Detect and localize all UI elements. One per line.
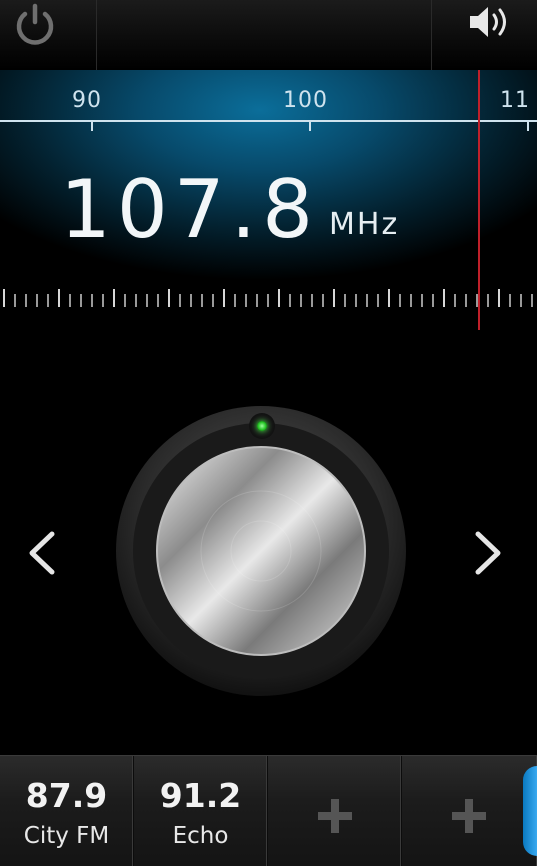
plus-icon — [452, 799, 486, 833]
tuning-area — [0, 330, 537, 755]
chevron-left-icon — [29, 531, 55, 575]
add-preset-button[interactable] — [402, 756, 537, 866]
preset-frequency: 91.2 — [159, 776, 242, 815]
preset-name: City FM — [23, 823, 110, 849]
scroll-glow — [523, 766, 537, 856]
plus-icon — [318, 799, 352, 833]
seek-next-button[interactable] — [466, 528, 506, 578]
power-icon — [16, 3, 54, 45]
power-button[interactable] — [10, 2, 60, 48]
preset-frequency: 87.9 — [25, 776, 108, 815]
green-led-icon — [249, 413, 275, 439]
scale-line — [0, 120, 537, 131]
fine-tuning-ticks[interactable] — [0, 285, 537, 315]
preset-2[interactable]: 91.2 Echo — [134, 756, 268, 866]
frequency-readout: 107.8 MHz — [60, 160, 399, 250]
led-light — [257, 421, 267, 431]
toolbar-divider — [431, 0, 432, 70]
frequency-value: 107.8 — [60, 163, 320, 256]
frequency-unit: MHz — [329, 207, 400, 242]
volume-button[interactable] — [464, 2, 516, 42]
add-preset-button[interactable] — [268, 756, 402, 866]
tuning-knob[interactable] — [115, 405, 407, 697]
tuning-needle[interactable] — [478, 70, 480, 330]
preset-name: Echo — [172, 823, 229, 849]
toolbar-divider — [96, 0, 97, 70]
preset-1[interactable]: 87.9 City FM — [0, 756, 134, 866]
chevron-right-icon — [475, 531, 501, 575]
speaker-volume-icon — [470, 7, 506, 37]
seek-previous-button[interactable] — [24, 528, 64, 578]
frequency-scale[interactable]: 90 100 11 — [0, 70, 537, 140]
preset-bar: 87.9 City FM 91.2 Echo — [0, 755, 537, 866]
top-toolbar — [0, 0, 537, 70]
